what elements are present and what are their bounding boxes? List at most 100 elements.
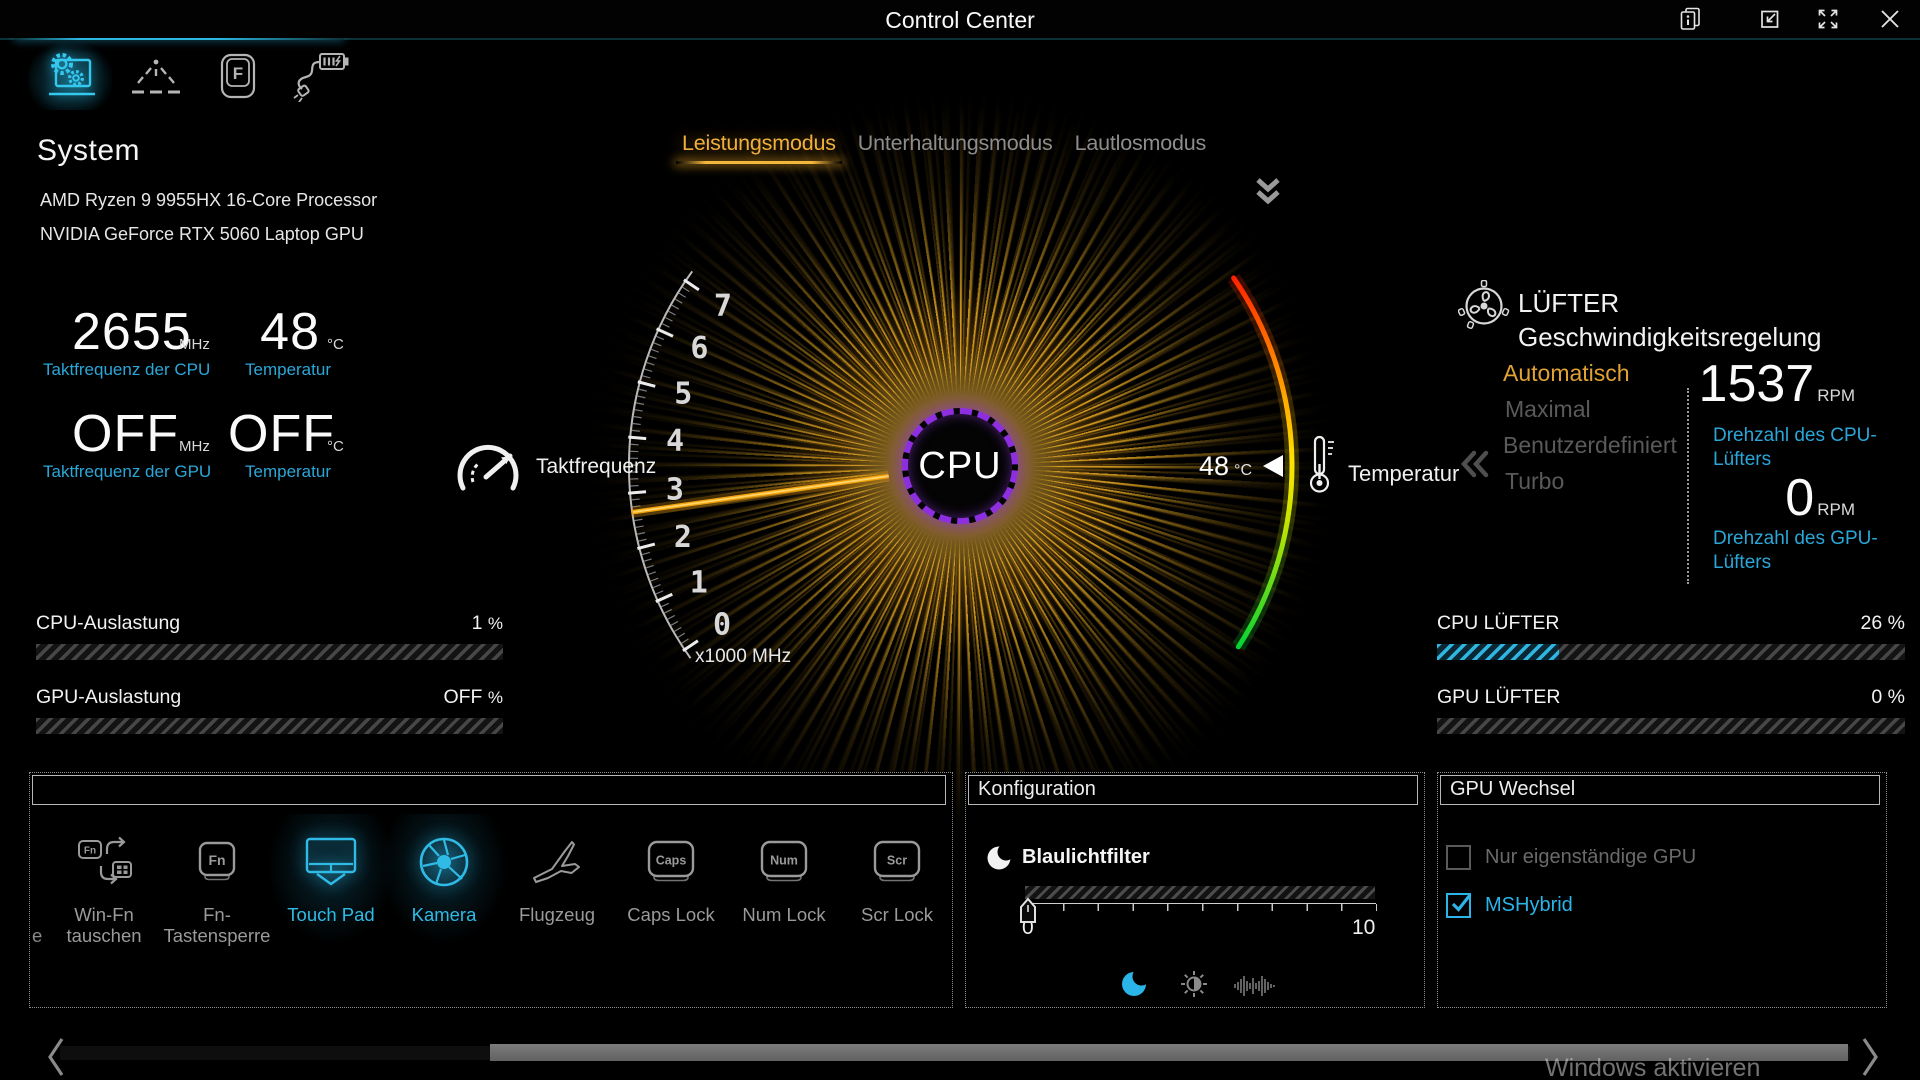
tab-leistungsmodus[interactable]: Leistungsmodus <box>682 131 836 164</box>
main-nav: F <box>28 42 364 110</box>
quick-button-airplane[interactable]: Flugzeug <box>501 824 613 925</box>
blue-light-slider-track[interactable] <box>1025 886 1375 899</box>
double-chevron-down-icon[interactable] <box>1252 177 1284 207</box>
quick-button-win-fn-swap[interactable]: Fn Win-Fn tauschen <box>48 824 160 947</box>
gauge-axis-label: x1000 MHz <box>695 646 791 668</box>
gpu-fan-bar <box>1437 718 1905 734</box>
blue-light-toggle-icon[interactable] <box>1120 968 1150 998</box>
fan-mode-automatisch[interactable]: Automatisch <box>1503 360 1630 387</box>
tab-power[interactable] <box>280 42 364 110</box>
page-title: System <box>37 134 140 168</box>
cpu-usage-label: CPU-Auslastung <box>36 612 180 635</box>
window-title: Control Center <box>0 7 1920 34</box>
system-settings-icon <box>40 50 100 102</box>
chevron-right-icon[interactable] <box>1856 1034 1884 1080</box>
partial-scrolled-label: e <box>32 925 42 947</box>
fan-mode-benutzerdefiniert[interactable]: Benutzerdefiniert <box>1503 432 1677 459</box>
expand-window-icon[interactable] <box>1815 6 1841 32</box>
titlebar: Control Center <box>0 0 1920 38</box>
cpu-name: AMD Ryzen 9 9955HX 16-Core Processor <box>40 190 377 211</box>
frequency-caption-label: Taktfrequenz <box>536 455 656 479</box>
quick-buttons-panel-title <box>32 775 946 805</box>
quick-button-label: Win-Fn tauschen <box>48 904 160 947</box>
checkbox-dedicated-gpu[interactable]: Nur eigenständige GPU <box>1446 845 1696 870</box>
quick-button-label: Fn-Tastensperre <box>161 904 273 947</box>
gauge-center-label: CPU <box>918 445 1001 488</box>
cpu-fan-rpm-label: Drehzahl des CPU-Lüfters <box>1713 424 1885 472</box>
cpu-usage-value: 1 % <box>472 612 503 635</box>
win-fn-swap-icon: Fn <box>75 824 133 900</box>
svg-text:Fn: Fn <box>208 852 225 868</box>
windows-activation-watermark: Windows aktivieren <box>1545 1054 1760 1080</box>
cpu-temperature-label: Temperatur <box>245 360 331 380</box>
double-chevron-left-icon[interactable] <box>1460 448 1492 480</box>
checkbox-mshybrid[interactable]: MSHybrid <box>1446 893 1573 918</box>
close-icon[interactable] <box>1877 6 1903 32</box>
gpu-fan-rpm-label: Drehzahl des GPU-Lüfters <box>1713 527 1885 575</box>
pop-in-window-icon[interactable] <box>1757 6 1783 32</box>
gpu-frequency-label: Taktfrequenz der GPU <box>43 462 211 482</box>
quick-button-touchpad[interactable]: Touch Pad <box>275 824 387 925</box>
fan-mode-turbo[interactable]: Turbo <box>1505 468 1564 495</box>
svg-text:Scr: Scr <box>887 854 907 868</box>
quick-button-scr-lock[interactable]: Scr Scr Lock <box>841 824 953 925</box>
cpu-fan-meter-value: 26 % <box>1861 612 1905 635</box>
quick-button-label: Touch Pad <box>287 904 374 925</box>
temperature-caption-label: Temperatur <box>1348 461 1459 487</box>
quick-button-camera[interactable]: Kamera <box>388 824 500 925</box>
fan-panel-title-line1: LÜFTER <box>1518 288 1619 319</box>
scr-key-icon: Scr <box>868 824 926 900</box>
gpu-usage-meter: GPU-Auslastung OFF % <box>36 686 503 734</box>
touchpad-icon <box>302 824 360 900</box>
cpu-temperature-stat: 48°C <box>228 306 344 358</box>
tab-system[interactable] <box>28 42 112 110</box>
svg-text:Caps: Caps <box>656 854 687 868</box>
gpu-fan-rpm: 0RPM <box>1693 472 1855 524</box>
frequency-caption: Taktfrequenz <box>450 436 656 498</box>
fan-mode-maximal[interactable]: Maximal <box>1505 396 1591 423</box>
gpu-name: NVIDIA GeForce RTX 5060 Laptop GPU <box>40 224 364 245</box>
speedometer-icon <box>450 436 526 498</box>
checkbox-icon <box>1446 845 1471 870</box>
brightness-icon[interactable] <box>1180 970 1208 998</box>
konfiguration-panel-title: Konfiguration <box>968 775 1418 805</box>
cpu-fan-rpm: 1537RPM <box>1693 358 1855 410</box>
cpu-fan-meter: CPU LÜFTER 26 % <box>1437 612 1905 660</box>
performance-mode-tabs: Leistungsmodus Unterhaltungsmodus Lautlo… <box>682 131 1206 164</box>
fan-panel-divider <box>1687 388 1689 584</box>
fan-icon <box>1458 280 1510 332</box>
cpu-usage-bar <box>36 644 503 660</box>
power-adapter-icon <box>292 50 352 102</box>
tab-unterhaltungsmodus[interactable]: Unterhaltungsmodus <box>858 131 1053 164</box>
quick-button-fn-lock[interactable]: Fn Fn-Tastensperre <box>161 824 273 947</box>
sound-wave-icon[interactable] <box>1232 974 1278 998</box>
svg-text:F: F <box>233 64 243 83</box>
tab-keyboard-backlight[interactable] <box>112 42 196 110</box>
blue-light-slider-handle[interactable] <box>1017 896 1039 924</box>
info-pages-icon[interactable] <box>1677 6 1703 32</box>
cpu-usage-meter: CPU-Auslastung 1 % <box>36 612 503 660</box>
fn-lock-key-icon: Fn <box>189 824 245 900</box>
checkbox-label: MSHybrid <box>1485 894 1573 917</box>
fn-key-icon: F <box>220 53 256 99</box>
cpu-fan-bar <box>1437 644 1905 660</box>
quick-button-caps-lock[interactable]: Caps Caps Lock <box>615 824 727 925</box>
gpu-fan-meter-value: 0 % <box>1871 686 1905 709</box>
chevron-left-icon[interactable] <box>42 1034 70 1080</box>
gpu-frequency-stat: OFFMHz <box>72 408 210 460</box>
quick-button-num-lock[interactable]: Num Num Lock <box>728 824 840 925</box>
gpu-fan-meter: GPU LÜFTER 0 % <box>1437 686 1905 734</box>
svg-text:Num: Num <box>770 854 798 868</box>
tab-fn-keys[interactable]: F <box>196 42 280 110</box>
tab-lautlosmodus[interactable]: Lautlosmodus <box>1075 131 1206 164</box>
gpu-usage-label: GPU-Auslastung <box>36 686 181 709</box>
gpu-usage-value: OFF % <box>443 686 503 709</box>
caps-key-icon: Caps <box>642 824 700 900</box>
gpu-temperature-label: Temperatur <box>245 462 331 482</box>
cpu-frequency-label: Taktfrequenz der CPU <box>43 360 210 380</box>
control-center-window: Control Center <box>0 0 1920 1080</box>
temperature-caption: Temperatur <box>1304 434 1459 496</box>
cpu-fan-meter-label: CPU LÜFTER <box>1437 612 1559 635</box>
svg-text:Fn: Fn <box>84 846 96 857</box>
temperature-readout: 48°C <box>1140 451 1252 482</box>
